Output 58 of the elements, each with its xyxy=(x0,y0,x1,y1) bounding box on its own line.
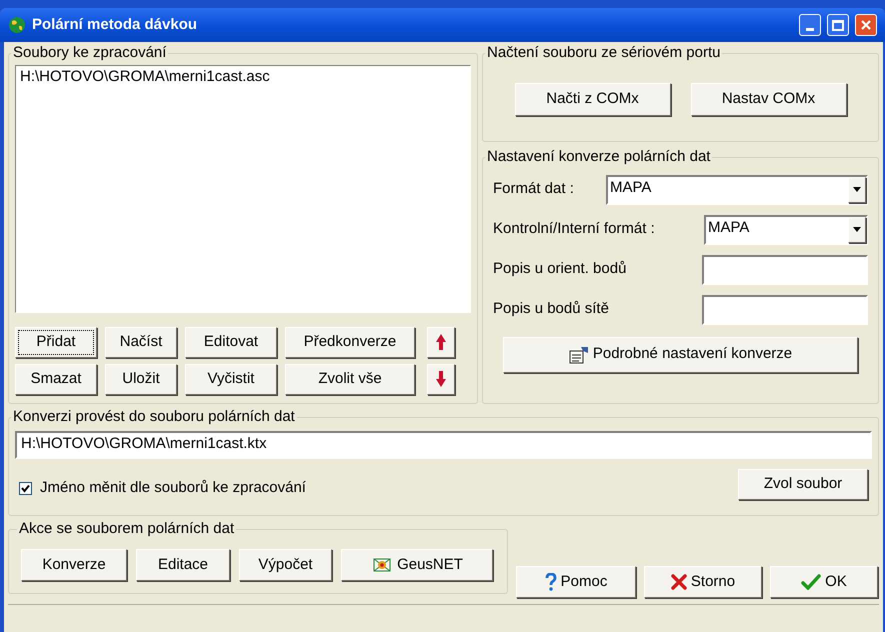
file-list[interactable]: H:\HOTOVO\GROMA\merni1cast.asc xyxy=(15,64,471,312)
network-icon xyxy=(371,556,394,574)
list-button[interactable]: Přidat xyxy=(15,326,97,358)
move-down-button[interactable] xyxy=(427,364,455,394)
down-arrow-icon xyxy=(436,371,446,387)
checkbox-label: Jméno měnit dle souborů ke zpracování xyxy=(40,478,306,498)
group-label: Načtení souboru ze sériovém portu xyxy=(486,43,722,63)
dropdown[interactable]: MAPA xyxy=(704,214,868,244)
cross-icon xyxy=(670,574,687,590)
list-button[interactable]: Uložit xyxy=(105,364,177,394)
list-button[interactable]: Vyčistit xyxy=(185,364,277,394)
dropdown-arrow-button[interactable] xyxy=(848,216,866,242)
list-button[interactable]: Předkonverze xyxy=(285,326,415,358)
field-label: Kontrolní/Interní formát : xyxy=(493,219,656,240)
dropdown-value: MAPA xyxy=(609,178,652,198)
check-icon xyxy=(801,574,822,590)
list-button[interactable]: Zvolit vše xyxy=(285,364,415,394)
dropdown-value: MAPA xyxy=(707,218,750,238)
close-button[interactable] xyxy=(855,14,877,36)
checkbox[interactable] xyxy=(19,482,32,494)
serial-button[interactable]: Načti z COMx xyxy=(514,82,670,116)
field-label: Popis u orient. bodů xyxy=(493,259,628,280)
close-icon xyxy=(860,19,872,31)
window-title: Polární metoda dávkou xyxy=(32,14,198,35)
action-button[interactable]: Výpočet xyxy=(239,548,332,581)
dialog-button[interactable]: Storno xyxy=(644,566,762,598)
globe-icon xyxy=(8,16,26,34)
detail-settings-button[interactable]: Podrobné nastavení konverze xyxy=(503,336,858,372)
dropdown-arrow-button[interactable] xyxy=(848,176,866,202)
field-label: Popis u bodů sítě xyxy=(493,299,610,320)
group-label: Nastavení konverze polárních dat xyxy=(486,147,712,167)
action-button[interactable]: Konverze xyxy=(21,548,127,581)
choose-file-button[interactable]: Zvol soubor xyxy=(738,468,868,500)
maximize-button[interactable] xyxy=(827,14,849,36)
action-button[interactable]: Editace xyxy=(136,548,230,581)
list-button[interactable]: Editovat xyxy=(185,326,277,358)
minimize-button[interactable] xyxy=(799,14,821,36)
field-label: Formát dat : xyxy=(493,179,575,200)
text-field[interactable] xyxy=(702,294,868,324)
list-button[interactable]: Smazat xyxy=(15,364,97,394)
dialog-button[interactable]: OK xyxy=(770,566,878,598)
action-button[interactable]: GeusNET xyxy=(341,548,493,581)
serial-button[interactable]: Nastav COMx xyxy=(690,82,846,116)
dropdown-arrow-icon xyxy=(853,227,861,232)
dropdown-arrow-icon xyxy=(853,187,861,192)
up-arrow-icon xyxy=(436,334,446,350)
move-up-button[interactable] xyxy=(427,326,455,358)
group-label: Akce se souborem polárních dat xyxy=(18,519,236,539)
list-button[interactable]: Načíst xyxy=(105,326,177,358)
output-path-field[interactable]: H:\HOTOVO\GROMA\merni1cast.ktx xyxy=(15,430,872,458)
dropdown[interactable]: MAPA xyxy=(606,174,868,204)
group-label: Konverzi provést do souboru polárních dat xyxy=(12,407,296,427)
settings-sheet-icon xyxy=(568,346,589,364)
group-label: Soubory ke zpracování xyxy=(12,43,168,63)
question-mark-icon xyxy=(544,573,557,591)
text-field[interactable] xyxy=(702,254,868,284)
dialog-button[interactable]: Pomoc xyxy=(516,566,636,598)
file-list-item[interactable]: H:\HOTOVO\GROMA\merni1cast.asc xyxy=(20,66,466,88)
